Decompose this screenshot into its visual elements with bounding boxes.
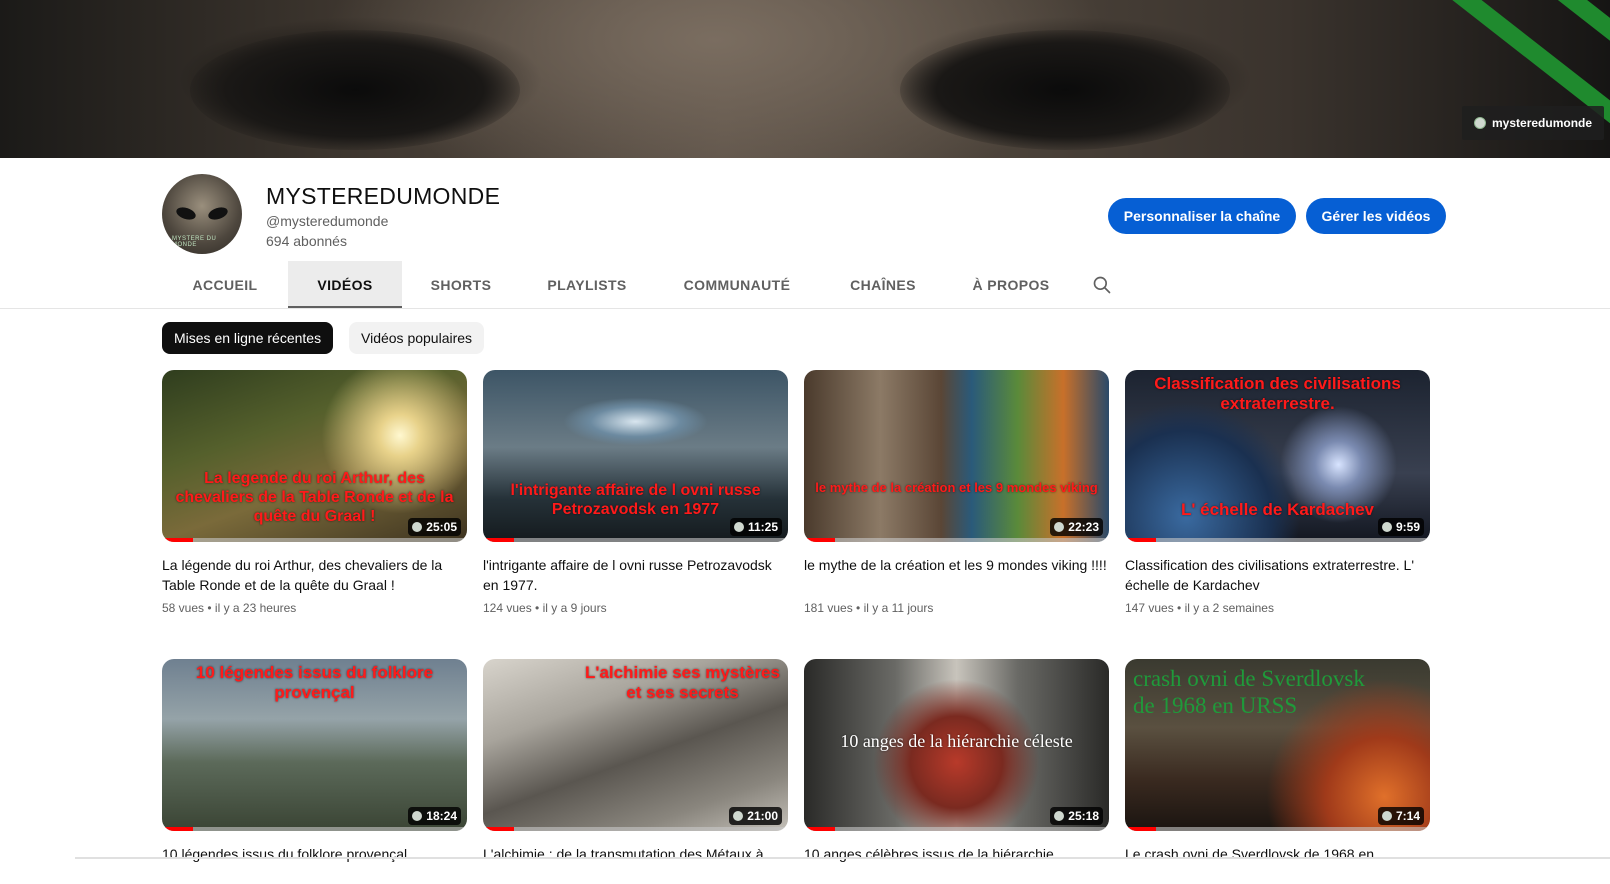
video-card[interactable]: 10 anges de la hiérarchie céleste 25:18 … xyxy=(804,659,1109,884)
channel-logo-icon xyxy=(733,522,744,532)
tabs-divider xyxy=(0,308,1610,309)
customize-channel-button[interactable]: Personnaliser la chaîne xyxy=(1108,198,1296,234)
video-thumbnail[interactable]: Classification des civilisations extrate… xyxy=(1125,370,1430,542)
tab-shorts[interactable]: SHORTS xyxy=(402,261,520,309)
watch-progress xyxy=(483,827,788,831)
avatar-caption: MYSTERE DU MONDE xyxy=(172,236,217,248)
video-meta: 58 vues • il y a 23 heures xyxy=(162,601,297,615)
watch-progress xyxy=(162,827,467,831)
thumbnail-caption: Classification des civilisations extrate… xyxy=(1154,374,1401,414)
video-duration: 21:00 xyxy=(729,807,782,825)
video-meta: 147 vues • il y a 2 semaines xyxy=(1125,601,1274,615)
channel-logo-icon xyxy=(1054,811,1065,821)
tab-chaines[interactable]: CHAÎNES xyxy=(820,261,946,309)
thumbnail-caption: l'intrigante affaire de l ovni russe Pet… xyxy=(510,482,761,518)
video-title[interactable]: 10 légendes issus du folklore provençal xyxy=(162,844,467,884)
watch-progress xyxy=(804,827,1109,831)
video-card[interactable]: L'alchimie ses mystères et ses secrets 2… xyxy=(483,659,788,884)
video-title[interactable]: le mythe de la création et les 9 mondes … xyxy=(804,555,1109,595)
chip-recent-uploads[interactable]: Mises en ligne récentes xyxy=(162,322,334,354)
channel-logo-icon xyxy=(1381,811,1392,821)
watch-progress xyxy=(804,538,1109,542)
watch-progress xyxy=(1125,827,1430,831)
subscriber-count: 694 abonnés xyxy=(266,233,347,249)
video-title[interactable]: Le crash ovni de Sverdlovsk de 1968 en xyxy=(1125,844,1430,884)
video-duration: 11:25 xyxy=(729,518,782,536)
banner-art-left-eye xyxy=(190,30,520,150)
video-duration: 9:59 xyxy=(1377,518,1424,536)
banner-art-right-eye xyxy=(900,30,1230,150)
video-card[interactable]: le mythe de la création et les 9 mondes … xyxy=(804,370,1109,615)
channel-tabs: ACCUEIL VIDÉOS SHORTS PLAYLISTS COMMUNAU… xyxy=(162,261,1128,309)
video-thumbnail[interactable]: 10 légendes issus du folklore provençal … xyxy=(162,659,467,831)
thumbnail-caption: L'alchimie ses mystères et ses secrets xyxy=(585,663,780,703)
tab-accueil[interactable]: ACCUEIL xyxy=(192,261,257,309)
video-duration: 25:18 xyxy=(1050,807,1103,825)
banner-badge-label: mysteredumonde xyxy=(1492,116,1593,130)
video-thumbnail[interactable]: 10 anges de la hiérarchie céleste 25:18 xyxy=(804,659,1109,831)
thumbnail-caption: le mythe de la création et les 9 mondes … xyxy=(815,480,1098,495)
video-duration: 22:23 xyxy=(1050,518,1103,536)
video-title[interactable]: L'alchimie : de la transmutation des Mét… xyxy=(483,844,788,884)
channel-logo-icon xyxy=(1054,522,1065,532)
video-card[interactable]: crash ovni de Sverdlovsk de 1968 en URSS… xyxy=(1125,659,1430,884)
channel-logo-icon xyxy=(733,811,744,821)
channel-banner: mysteredumonde xyxy=(0,0,1610,158)
banner-channel-link[interactable]: mysteredumonde xyxy=(1462,106,1605,140)
manage-videos-button[interactable]: Gérer les vidéos xyxy=(1306,198,1446,234)
video-title[interactable]: 10 anges célèbres issus de la hiérarchie xyxy=(804,844,1109,884)
search-icon xyxy=(1093,276,1111,294)
channel-search-button[interactable] xyxy=(1076,261,1128,309)
chip-popular-videos[interactable]: Vidéos populaires xyxy=(349,322,485,354)
channel-logo-icon xyxy=(412,811,423,821)
channel-logo-icon xyxy=(412,522,423,532)
channel-logo-icon xyxy=(1381,522,1392,532)
watch-progress xyxy=(1125,538,1430,542)
channel-logo-icon xyxy=(1474,117,1486,129)
video-title[interactable]: l'intrigante affaire de l ovni russe Pet… xyxy=(483,555,788,595)
video-thumbnail[interactable]: crash ovni de Sverdlovsk de 1968 en URSS… xyxy=(1125,659,1430,831)
tab-videos[interactable]: VIDÉOS xyxy=(288,261,402,309)
video-card[interactable]: 10 légendes issus du folklore provençal … xyxy=(162,659,467,884)
watch-progress xyxy=(483,538,788,542)
video-thumbnail[interactable]: L'alchimie ses mystères et ses secrets 2… xyxy=(483,659,788,831)
tab-communaute[interactable]: COMMUNAUTÉ xyxy=(654,261,820,309)
video-card[interactable]: l'intrigante affaire de l ovni russe Pet… xyxy=(483,370,788,615)
video-thumbnail[interactable]: l'intrigante affaire de l ovni russe Pet… xyxy=(483,370,788,542)
thumbnail-caption: crash ovni de Sverdlovsk de 1968 en URSS xyxy=(1133,666,1365,719)
avatar[interactable]: MYSTERE DU MONDE xyxy=(162,174,242,254)
video-thumbnail[interactable]: le mythe de la création et les 9 mondes … xyxy=(804,370,1109,542)
channel-title: MYSTEREDUMONDE xyxy=(266,183,501,209)
video-thumbnail[interactable]: La legende du roi Arthur, des chevaliers… xyxy=(162,370,467,542)
thumbnail-caption: 10 anges de la hiérarchie céleste xyxy=(840,731,1073,751)
video-duration: 25:05 xyxy=(408,518,461,536)
tab-a-propos[interactable]: À PROPOS xyxy=(946,261,1076,309)
video-duration: 18:24 xyxy=(408,807,461,825)
channel-handle: @mysteredumonde xyxy=(266,213,389,229)
video-title[interactable]: Classification des civilisations extrate… xyxy=(1125,555,1430,595)
video-title[interactable]: La légende du roi Arthur, des chevaliers… xyxy=(162,555,467,595)
thumbnail-caption-secondary: L' échelle de Kardachev xyxy=(1180,500,1375,519)
tab-playlists[interactable]: PLAYLISTS xyxy=(520,261,654,309)
video-duration: 7:14 xyxy=(1377,807,1424,825)
video-card[interactable]: La legende du roi Arthur, des chevaliers… xyxy=(162,370,467,615)
video-meta: 181 vues • il y a 11 jours xyxy=(804,601,934,615)
watch-progress xyxy=(162,538,467,542)
video-meta: 124 vues • il y a 9 jours xyxy=(483,601,607,615)
thumbnail-caption: 10 légendes issus du folklore provençal xyxy=(195,663,434,703)
video-card[interactable]: Classification des civilisations extrate… xyxy=(1125,370,1430,615)
